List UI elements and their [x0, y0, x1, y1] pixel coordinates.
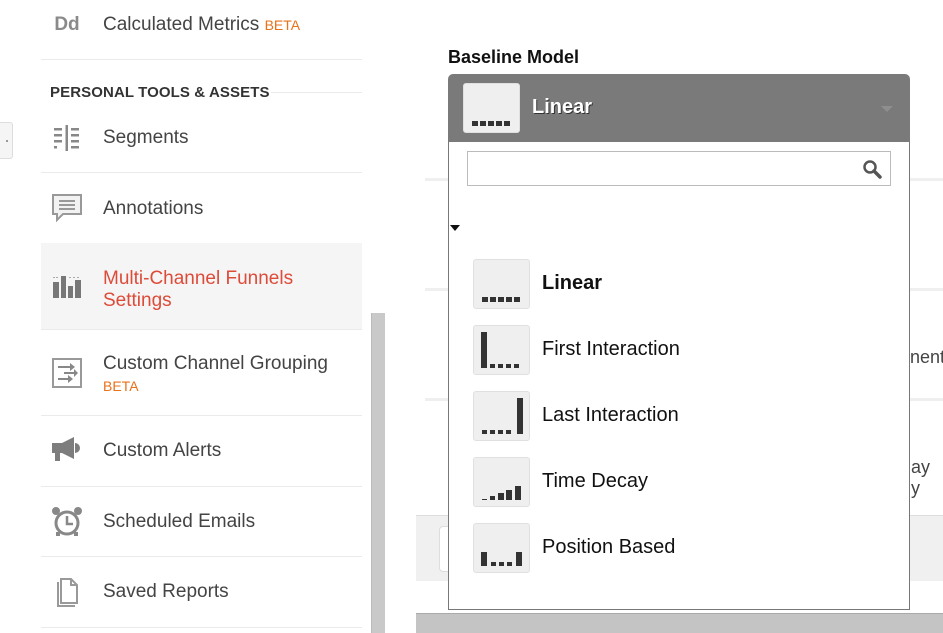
icon-bar — [472, 121, 478, 126]
icon-bar — [506, 297, 512, 302]
icon-bar — [481, 552, 487, 566]
section-title: PERSONAL TOOLS & ASSETS — [50, 84, 270, 101]
icon-bar — [481, 332, 487, 368]
icon-bar — [498, 297, 504, 302]
icon-bar — [488, 121, 494, 126]
linear-model-icon — [473, 259, 530, 309]
icon-bar — [480, 121, 486, 126]
sidebar-item-mcf-settings[interactable]: Multi-Channel Funnels Settings — [41, 243, 362, 329]
model-search-input[interactable] — [467, 151, 891, 186]
icon-bar — [482, 430, 487, 434]
icon-bar — [507, 562, 512, 566]
bg-partial-text: nent — [910, 347, 943, 367]
search-icon[interactable] — [862, 159, 882, 179]
alarm-clock-icon — [51, 506, 83, 538]
first-interaction-model-icon — [473, 325, 530, 375]
dd-icon: Dd — [54, 14, 80, 35]
icon-bar — [504, 121, 510, 126]
icon-bar — [506, 430, 511, 434]
sidebar-item-label: Calculated Metrics BETA — [103, 14, 300, 36]
icon-bar — [515, 486, 521, 500]
icon-bar — [498, 493, 504, 500]
sidebar-item-label: Scheduled Emails — [103, 511, 256, 532]
baseline-model-label: Baseline Model — [448, 47, 580, 67]
sidebar-item-label: Saved Reports — [103, 581, 229, 602]
icon-bar — [516, 552, 522, 566]
annotations-icon — [51, 192, 83, 224]
icon-bar — [514, 297, 520, 302]
icon-bar — [514, 364, 519, 368]
divider — [271, 92, 362, 93]
sidebar-item-annotations[interactable]: Annotations — [41, 173, 362, 243]
baseline-model-select[interactable]: Linear — [448, 74, 910, 142]
channel-grouping-icon — [51, 357, 83, 389]
icon-bar — [498, 430, 503, 434]
icon-bar — [490, 430, 495, 434]
icon-bar — [498, 364, 503, 368]
option-label: Last Interaction — [542, 404, 679, 426]
sidebar-item-custom-channel-grouping[interactable]: Custom Channel Grouping BETA — [41, 330, 362, 415]
page: Dd Calculated Metrics BETA PERSONAL TOOL… — [0, 0, 943, 633]
label-line-2: Settings — [103, 290, 172, 311]
icon-bar — [482, 499, 487, 500]
sidebar-item-custom-alerts[interactable]: Custom Alerts — [41, 416, 362, 486]
document-icon — [51, 576, 83, 608]
sidebar-item-label: Multi-Channel Funnels Settings — [103, 268, 293, 312]
sidebar-item-label: Custom Channel Grouping BETA — [103, 353, 328, 397]
sidebar-item-scheduled-emails[interactable]: Scheduled Emails — [41, 487, 362, 556]
label-text: Calculated Metrics — [103, 14, 260, 35]
icon-bar — [482, 297, 488, 302]
sidebar-item-label: Segments — [103, 127, 189, 148]
group-collapse-toggle[interactable] — [450, 225, 460, 231]
sidebar-item-segments[interactable]: Segments — [41, 104, 362, 172]
baseline-model-dropdown: Linear First Interaction Last Interactio… — [448, 142, 910, 610]
megaphone-icon — [51, 435, 83, 467]
model-option-position-based[interactable]: Position Based — [473, 523, 893, 575]
sidebar-item-label: Annotations — [103, 198, 204, 219]
model-option-linear[interactable]: Linear — [473, 259, 893, 311]
icon-bar — [496, 121, 502, 126]
icon-bar — [499, 562, 504, 566]
sidebar-collapse-tab[interactable] — [0, 122, 13, 159]
tab-dot — [6, 140, 8, 142]
divider — [41, 59, 362, 60]
time-decay-model-icon — [473, 457, 530, 507]
option-label: First Interaction — [542, 338, 680, 360]
model-option-first-interaction[interactable]: First Interaction — [473, 325, 893, 377]
model-option-last-interaction[interactable]: Last Interaction — [473, 391, 893, 443]
mcf-settings-icon — [51, 270, 83, 302]
chevron-down-icon[interactable] — [881, 106, 893, 112]
bg-partial-text: ay y — [911, 457, 931, 498]
option-label: Linear — [542, 272, 603, 294]
selected-model-label: Linear — [532, 96, 593, 118]
label-text: Custom Channel Grouping — [103, 353, 328, 374]
sidebar-scrollbar[interactable] — [371, 313, 385, 633]
beta-badge: BETA — [103, 378, 139, 394]
position-based-model-icon — [473, 523, 530, 573]
option-label: Position Based — [542, 536, 676, 558]
segments-icon — [51, 122, 83, 154]
option-label: Time Decay — [542, 470, 648, 492]
icon-bar — [490, 364, 495, 368]
icon-bar — [490, 297, 496, 302]
divider — [41, 627, 362, 628]
sidebar-item-calculated-metrics[interactable]: Dd Calculated Metrics BETA — [41, 8, 362, 42]
icon-bar — [506, 490, 512, 500]
icon-bar — [506, 364, 511, 368]
sidebar-item-saved-reports[interactable]: Saved Reports — [41, 557, 362, 627]
linear-model-icon — [463, 83, 520, 133]
icon-bar — [490, 496, 495, 500]
icon-bar — [491, 562, 496, 566]
icon-bar — [517, 398, 523, 434]
sidebar-item-label: Custom Alerts — [103, 440, 222, 461]
beta-badge: BETA — [264, 17, 301, 33]
label-line-1: Multi-Channel Funnels — [103, 268, 294, 289]
model-option-time-decay[interactable]: Time Decay — [473, 457, 893, 509]
bg-bottom-bar — [416, 613, 943, 633]
last-interaction-model-icon — [473, 391, 530, 441]
